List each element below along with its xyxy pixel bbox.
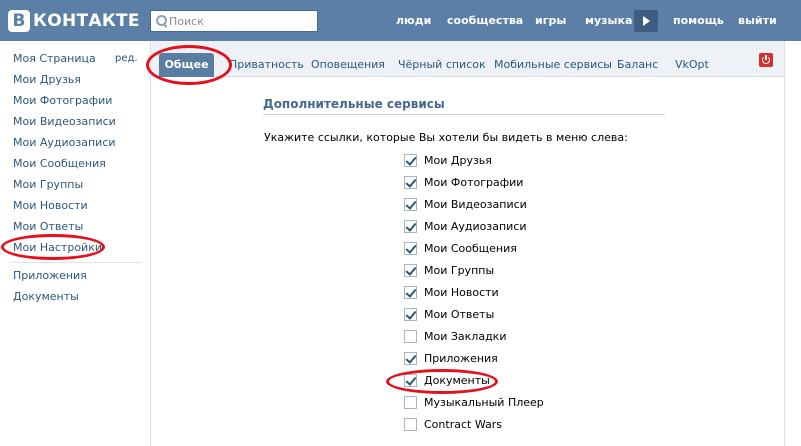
play-icon[interactable] bbox=[634, 10, 658, 32]
tab-blacklist[interactable]: Чёрный список bbox=[398, 58, 486, 71]
service-checkbox[interactable] bbox=[404, 373, 417, 387]
sidebar-item-my-page[interactable]: Моя Страница bbox=[13, 52, 96, 65]
service-row[interactable]: Музыкальный Плеер bbox=[404, 394, 544, 410]
service-label: Мои Видеозаписи bbox=[424, 197, 527, 211]
service-label: Музыкальный Плеер bbox=[424, 395, 544, 409]
sidebar-item-messages[interactable]: Мои Сообщения bbox=[13, 157, 106, 170]
tab-privacy[interactable]: Приватность bbox=[229, 58, 304, 71]
service-label: Мои Сообщения bbox=[424, 241, 517, 255]
service-row[interactable]: Мои Новости bbox=[404, 284, 499, 300]
service-checkbox[interactable] bbox=[404, 219, 417, 233]
sidebar-item-audio[interactable]: Мои Аудиозаписи bbox=[13, 136, 116, 149]
sidebar-item-groups[interactable]: Мои Группы bbox=[13, 178, 83, 191]
service-row[interactable]: Документы bbox=[404, 372, 490, 388]
left-sidebar: Моя Страница ред. Мои Друзья Мои Фотогра… bbox=[0, 41, 150, 446]
sidebar-item-settings[interactable]: Мои Настройки bbox=[13, 241, 102, 254]
service-checkbox[interactable] bbox=[404, 329, 417, 343]
service-checkbox[interactable] bbox=[404, 307, 417, 321]
tab-notifications[interactable]: Оповещения bbox=[311, 58, 385, 71]
power-icon[interactable] bbox=[759, 53, 773, 67]
service-label: Мои Группы bbox=[424, 263, 495, 277]
service-checkbox[interactable] bbox=[404, 417, 417, 431]
settings-panel: Общее Приватность Оповещения Чёрный спис… bbox=[150, 41, 785, 446]
service-label: Мои Друзья bbox=[424, 153, 492, 167]
service-checkbox[interactable] bbox=[404, 351, 417, 365]
service-label: Мои Закладки bbox=[424, 329, 507, 343]
sidebar-item-answers[interactable]: Мои Ответы bbox=[13, 220, 83, 233]
top-header: В КОНТАКТЕ люди сообщества игры музыка п… bbox=[0, 0, 801, 41]
service-checkbox[interactable] bbox=[404, 241, 417, 255]
service-label: Мои Аудиозаписи bbox=[424, 219, 527, 233]
sidebar-edit-link[interactable]: ред. bbox=[115, 53, 138, 64]
sidebar-item-documents[interactable]: Документы bbox=[13, 290, 79, 303]
service-row[interactable]: Мои Сообщения bbox=[404, 240, 517, 256]
nav-people[interactable]: люди bbox=[396, 14, 431, 27]
section-hint: Укажите ссылки, которые Вы хотели бы вид… bbox=[264, 131, 628, 144]
service-checkbox[interactable] bbox=[404, 175, 417, 189]
service-row[interactable]: Мои Закладки bbox=[404, 328, 506, 344]
service-row[interactable]: Мои Ответы bbox=[404, 306, 494, 322]
service-row[interactable]: Приложения bbox=[404, 350, 498, 366]
service-label: Мои Фотографии bbox=[424, 175, 524, 189]
service-row[interactable]: Мои Группы bbox=[404, 262, 494, 278]
sidebar-item-videos[interactable]: Мои Видеозаписи bbox=[13, 115, 116, 128]
nav-games[interactable]: игры bbox=[535, 14, 566, 27]
service-checkbox[interactable] bbox=[404, 395, 417, 409]
settings-tabs: Общее Приватность Оповещения Чёрный спис… bbox=[151, 41, 784, 77]
service-row[interactable]: Мои Друзья bbox=[404, 152, 492, 168]
service-row[interactable]: Мои Аудиозаписи bbox=[404, 218, 527, 234]
service-checkbox[interactable] bbox=[404, 285, 417, 299]
tab-vkopt[interactable]: VkOpt bbox=[675, 58, 709, 71]
service-label: Приложения bbox=[424, 351, 498, 365]
nav-help[interactable]: помощь bbox=[673, 14, 724, 27]
service-label: Мои Ответы bbox=[424, 307, 495, 321]
service-label: Документы bbox=[424, 373, 490, 387]
top-nav: люди сообщества игры музыка помощь выйти bbox=[0, 0, 801, 41]
tab-balance[interactable]: Баланс bbox=[617, 58, 658, 71]
service-row[interactable]: Мои Фотографии bbox=[404, 174, 523, 190]
sidebar-item-news[interactable]: Мои Новости bbox=[13, 199, 88, 212]
service-checkbox[interactable] bbox=[404, 197, 417, 211]
service-row[interactable]: Мои Видеозаписи bbox=[404, 196, 527, 212]
nav-communities[interactable]: сообщества bbox=[447, 14, 523, 27]
nav-music[interactable]: музыка bbox=[585, 14, 632, 27]
sidebar-divider bbox=[10, 262, 142, 263]
service-row[interactable]: Contract Wars bbox=[404, 416, 502, 432]
nav-logout[interactable]: выйти bbox=[738, 14, 777, 27]
service-checkbox[interactable] bbox=[404, 263, 417, 277]
service-checkbox[interactable] bbox=[404, 153, 417, 167]
service-label: Contract Wars bbox=[424, 417, 502, 431]
tab-mobile-services[interactable]: Мобильные сервисы bbox=[494, 58, 612, 71]
service-label: Мои Новости bbox=[424, 285, 499, 299]
sidebar-item-friends[interactable]: Мои Друзья bbox=[13, 73, 81, 86]
tab-general[interactable]: Общее bbox=[159, 53, 214, 77]
section-title: Дополнительные сервисы bbox=[263, 97, 445, 111]
section-divider bbox=[263, 114, 665, 115]
sidebar-item-photos[interactable]: Мои Фотографии bbox=[13, 94, 112, 107]
sidebar-item-apps[interactable]: Приложения bbox=[13, 269, 87, 282]
